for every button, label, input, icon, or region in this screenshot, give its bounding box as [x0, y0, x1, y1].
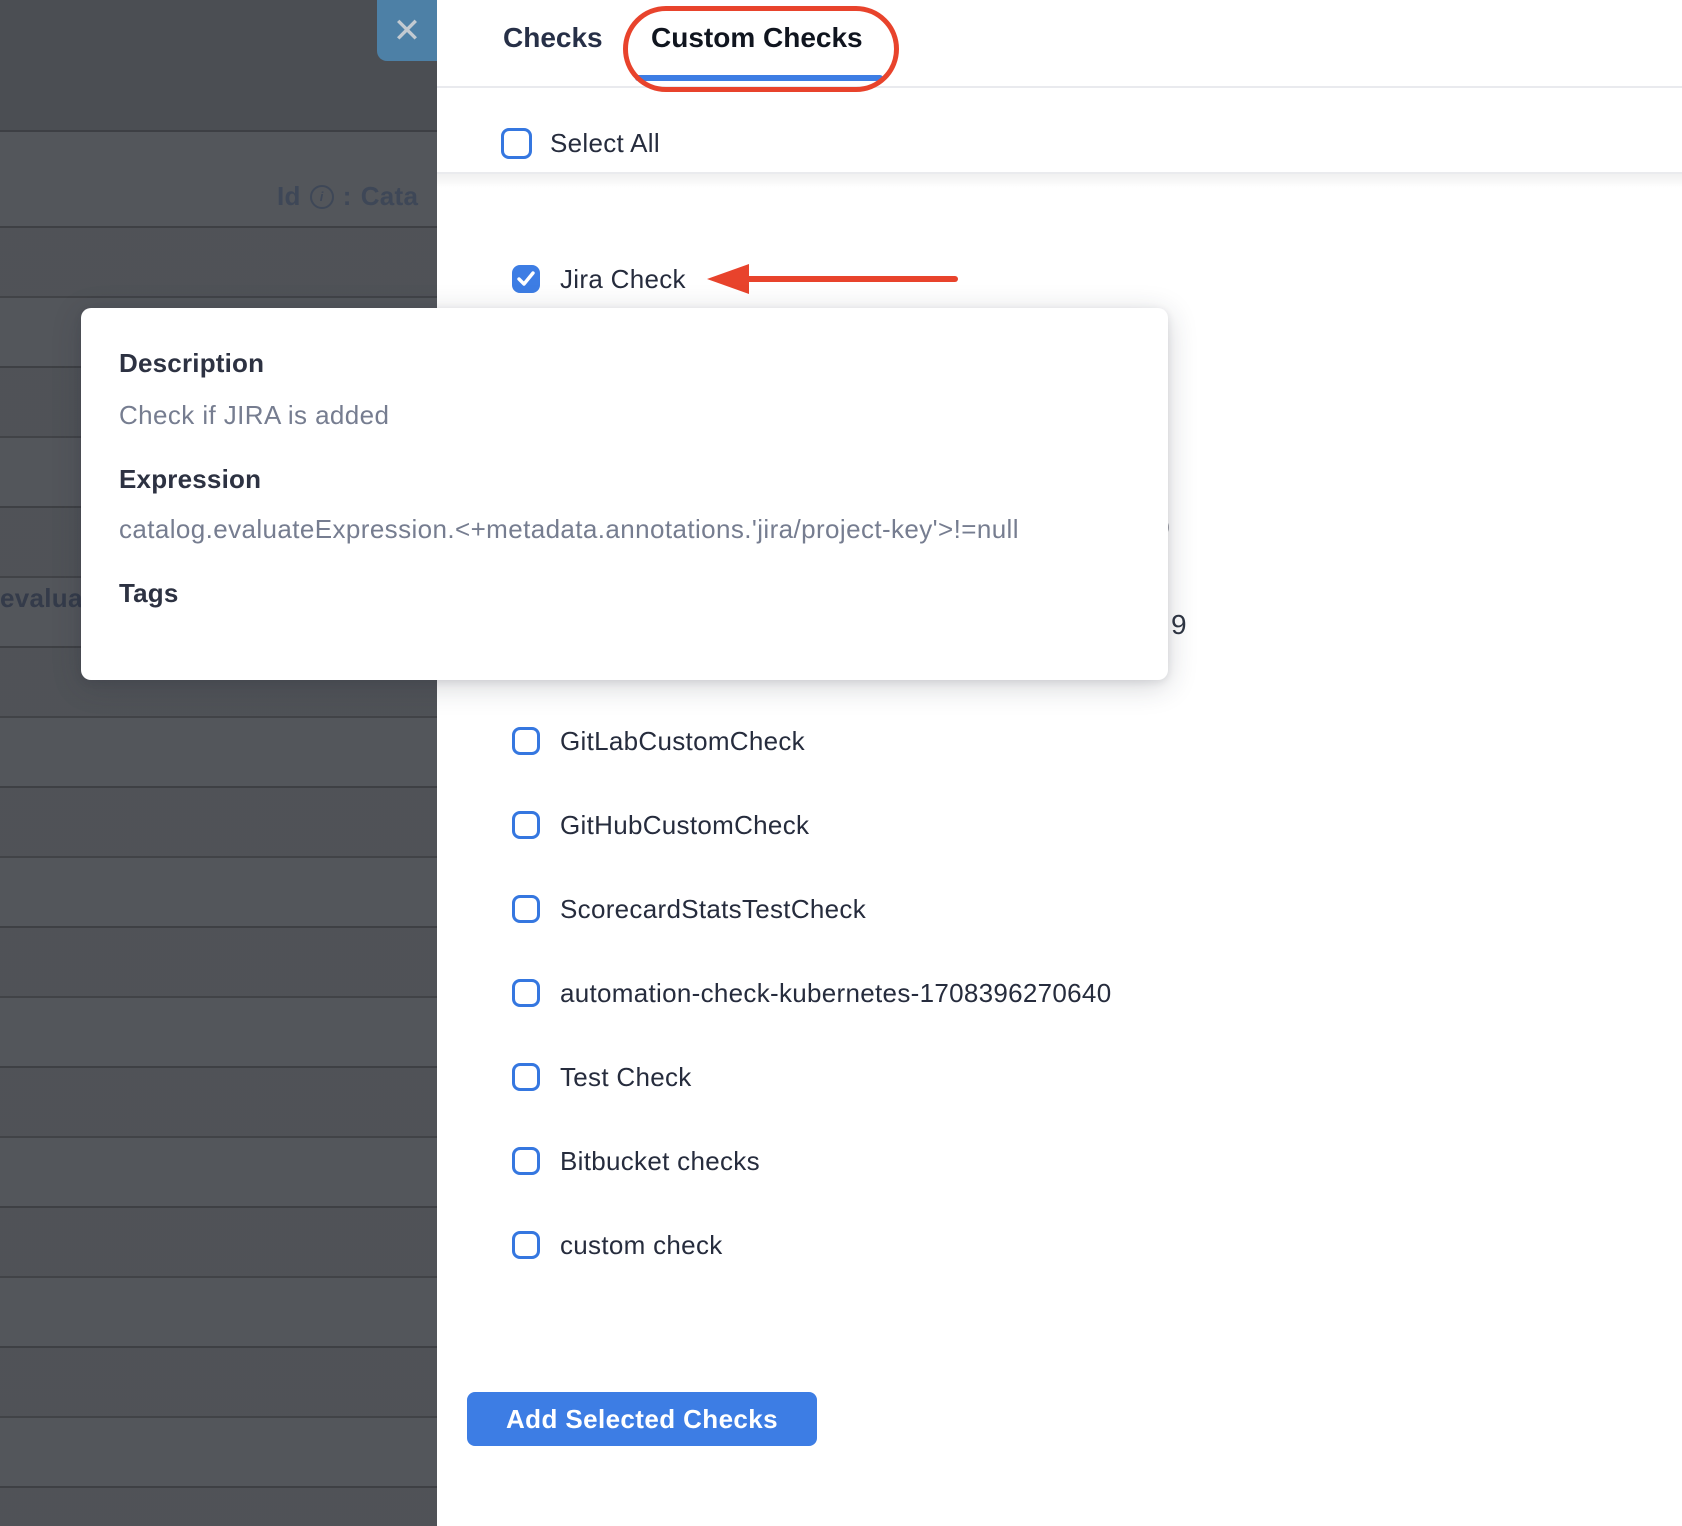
tooltip-caret — [605, 286, 651, 310]
red-arrow-icon — [707, 261, 961, 297]
overlay-backdrop[interactable]: Id i : Cata evaluat — [0, 0, 437, 1526]
check-checkbox[interactable] — [512, 895, 540, 923]
tab-custom-checks[interactable]: Custom Checks — [651, 22, 863, 54]
check-label[interactable]: GitHubCustomCheck — [560, 810, 809, 841]
close-icon: ✕ — [393, 14, 422, 48]
scroll-shadow — [437, 174, 1682, 188]
check-label[interactable]: automation-check-kubernetes-170839627064… — [560, 978, 1111, 1009]
table-header-value-fragment: Cata — [361, 181, 419, 212]
check-row: custom check — [512, 1229, 723, 1261]
description-heading: Description — [119, 348, 264, 379]
info-icon: i — [310, 185, 334, 209]
background-table-toolbar — [0, 0, 437, 132]
check-row: GitHubCustomCheck — [512, 809, 809, 841]
expression-heading: Expression — [119, 464, 261, 495]
check-checkbox[interactable] — [512, 979, 540, 1007]
close-button[interactable]: ✕ — [377, 0, 437, 61]
check-checkbox[interactable] — [512, 811, 540, 839]
check-checkbox[interactable] — [512, 1147, 540, 1175]
checks-drawer: Checks Custom Checks Select All Jira Che… — [437, 0, 1682, 1526]
description-text: Check if JIRA is added — [119, 400, 389, 431]
check-row: automation-check-kubernetes-170839627064… — [512, 977, 1111, 1009]
tab-checks[interactable]: Checks — [503, 22, 603, 54]
check-row: ScorecardStatsTestCheck — [512, 893, 866, 925]
row-text-fragment: evaluat — [0, 583, 92, 614]
select-all-checkbox[interactable] — [501, 128, 532, 159]
check-checkbox[interactable] — [512, 727, 540, 755]
hidden-item-fragment: 9 — [1171, 609, 1187, 641]
tags-heading: Tags — [119, 578, 179, 609]
check-row: GitLabCustomCheck — [512, 725, 805, 757]
jira-check-checkbox[interactable] — [512, 265, 540, 293]
check-details-tooltip: Description Check if JIRA is added Expre… — [81, 308, 1168, 680]
tab-bar: Checks Custom Checks — [437, 0, 1682, 88]
checkmark-icon — [517, 271, 535, 287]
check-row-jira: Jira Check — [512, 263, 686, 295]
table-header-colon: : — [343, 181, 352, 212]
add-selected-checks-button[interactable]: Add Selected Checks — [467, 1392, 817, 1446]
active-tab-underline — [635, 75, 883, 81]
expression-text: catalog.evaluateExpression.<+metadata.an… — [119, 514, 1019, 545]
check-label[interactable]: custom check — [560, 1230, 723, 1261]
select-all-label[interactable]: Select All — [550, 128, 660, 159]
check-label[interactable]: GitLabCustomCheck — [560, 726, 805, 757]
check-label[interactable]: Test Check — [560, 1062, 692, 1093]
table-header-id-label: Id — [277, 181, 301, 212]
check-row: Test Check — [512, 1061, 692, 1093]
check-checkbox[interactable] — [512, 1231, 540, 1259]
table-header-fragment: Id i : Cata — [277, 181, 418, 212]
check-checkbox[interactable] — [512, 1063, 540, 1091]
select-all-row: Select All — [501, 126, 660, 160]
check-row: Bitbucket checks — [512, 1145, 760, 1177]
check-label[interactable]: ScorecardStatsTestCheck — [560, 894, 866, 925]
check-label[interactable]: Bitbucket checks — [560, 1146, 760, 1177]
